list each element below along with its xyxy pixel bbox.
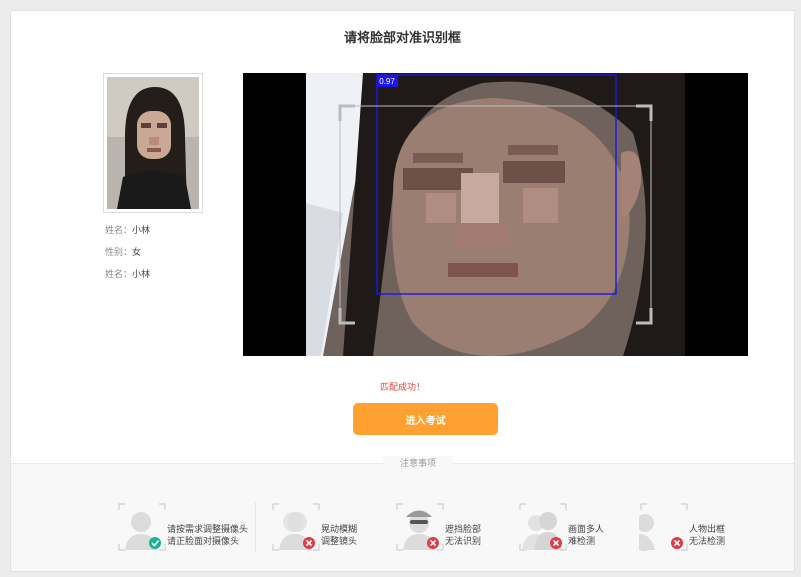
covered-face-icon [396,503,444,551]
face-score-label: 0.97 [379,77,395,86]
match-status: 匹配成功！ [379,382,425,392]
camera-frame: 0.97 [243,73,748,356]
face-verification-card: 请将脸部对准识别框 姓名：小林 性别：女 姓名：小林 0.97 匹配成功！ 进入… [10,10,795,572]
person-icon [118,503,166,551]
profile-portrait-image [107,77,199,209]
out-of-frame-icon [639,503,688,551]
tip-divider [255,502,256,552]
enter-exam-button[interactable]: 进入考试 [353,403,498,435]
check-icon [149,537,161,549]
notes-title: 注意事项 [383,456,453,469]
profile-photo [103,73,203,213]
page-title: 请将脸部对准识别框 [343,30,461,45]
blurry-person-icon [272,503,320,551]
profile-name-row-2: 姓名：小林 [105,269,151,279]
camera-preview: 0.97 [243,73,748,356]
notes-section: 注意事项 请按需求调整摄像头 请正脸面对摄像头 晃动模糊 调整镜头 遮挡脸部 无… [11,456,794,571]
profile-name-row: 姓名：小林 [105,225,151,235]
multiple-people-icon [519,503,567,551]
profile-gender-row: 性别：女 [105,247,142,257]
